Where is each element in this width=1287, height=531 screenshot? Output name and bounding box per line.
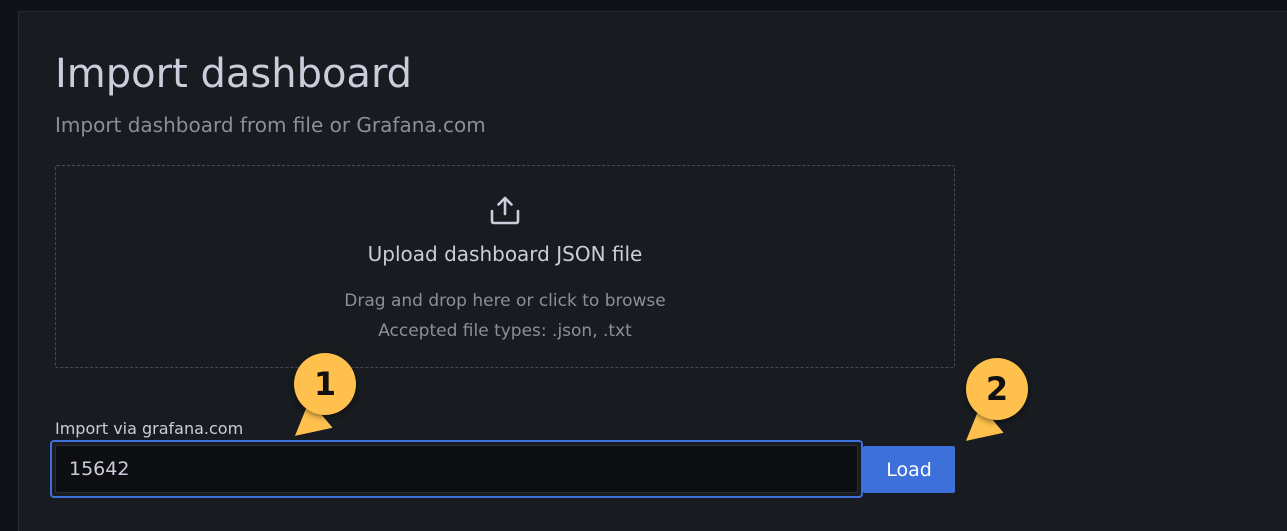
page-subtitle: Import dashboard from file or Grafana.co… [55, 113, 486, 137]
page-title: Import dashboard [55, 51, 413, 97]
import-via-grafana-label: Import via grafana.com [55, 419, 244, 438]
upload-hint: Drag and drop here or click to browse [344, 291, 666, 311]
accepted-file-types: Accepted file types: .json, .txt [378, 321, 632, 341]
load-button[interactable]: Load [863, 446, 955, 493]
upload-dropzone[interactable]: Upload dashboard JSON file Drag and drop… [55, 165, 955, 368]
upload-title: Upload dashboard JSON file [367, 242, 643, 266]
grafana-id-input-focus-ring [50, 440, 863, 498]
grafana-id-input[interactable] [55, 445, 858, 493]
page: Import dashboard Import dashboard from f… [0, 0, 1287, 531]
callout-1: 1 [294, 353, 356, 415]
upload-icon [490, 196, 520, 225]
callout-2: 2 [966, 358, 1028, 420]
